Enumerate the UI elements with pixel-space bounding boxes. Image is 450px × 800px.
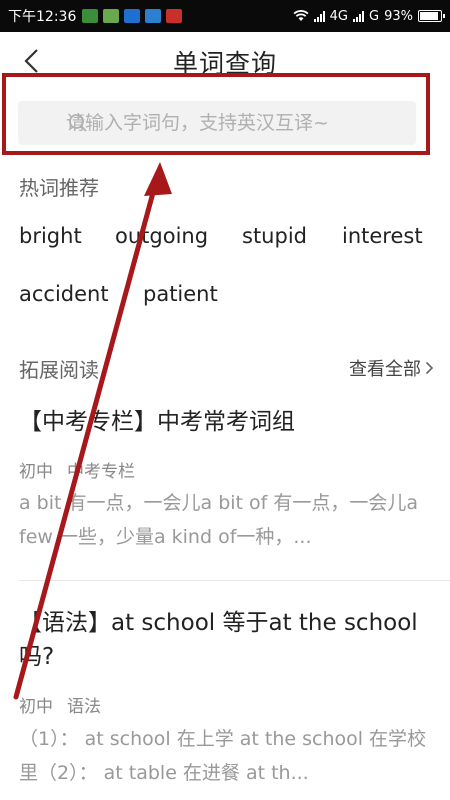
- app-notification-icon: [166, 9, 183, 23]
- wechat-notification-icon: [82, 9, 99, 23]
- wifi-icon: [293, 10, 309, 21]
- article-title: 【语法】at school 等于at the school 吗?: [19, 610, 418, 670]
- app-notification-icon: [145, 9, 162, 23]
- article-tags: 初中 中考专栏: [19, 457, 135, 482]
- hot-words-label: 热词推荐: [19, 176, 99, 200]
- status-bar: 下午12:36 4G G 93%: [0, 0, 450, 32]
- hot-word-tag[interactable]: outgoing: [115, 224, 208, 248]
- article-tag: 初中: [19, 697, 53, 717]
- divider: [19, 580, 450, 581]
- view-all-label: 查看全部: [349, 359, 421, 380]
- status-indicators: 4G G 93%: [293, 8, 445, 24]
- article-tag: 初中: [19, 462, 53, 482]
- app-notification-icon: [124, 9, 141, 23]
- hot-word-tag[interactable]: accident: [19, 282, 109, 306]
- article-tag: 中考专栏: [67, 462, 135, 482]
- chevron-left-icon: [24, 49, 38, 73]
- signal-icon: [313, 10, 325, 22]
- article-summary: （1）： at school 在上学 at the school 在学校里（2）…: [19, 728, 427, 784]
- network-type-1: 4G: [329, 8, 349, 24]
- status-time: 下午12:36: [8, 9, 77, 25]
- hot-word-tag[interactable]: patient: [143, 282, 218, 306]
- hot-word-tag[interactable]: interest: [342, 224, 423, 248]
- hot-word-tag[interactable]: bright: [19, 224, 82, 248]
- network-type-2: G: [369, 8, 380, 24]
- hot-word-tag[interactable]: stupid: [242, 224, 307, 248]
- annotation-highlight-box: [2, 73, 430, 155]
- app-notification-icon: [103, 9, 120, 23]
- article-title: 【中考专栏】中考常考词组: [19, 409, 295, 435]
- article-tag: 语法: [67, 697, 101, 717]
- signal-icon: [353, 10, 365, 22]
- battery-icon: [418, 10, 445, 22]
- view-all-link[interactable]: 查看全部: [349, 355, 434, 381]
- back-button[interactable]: [16, 46, 46, 76]
- battery-percent: 93%: [384, 8, 413, 24]
- chevron-right-icon: [425, 361, 434, 375]
- article-summary: a bit 有一点，一会儿a bit of 有一点，一会儿a few 一些，少量…: [19, 492, 419, 548]
- article-tags: 初中 语法: [19, 692, 101, 717]
- extended-reading-label: 拓展阅读: [19, 358, 99, 382]
